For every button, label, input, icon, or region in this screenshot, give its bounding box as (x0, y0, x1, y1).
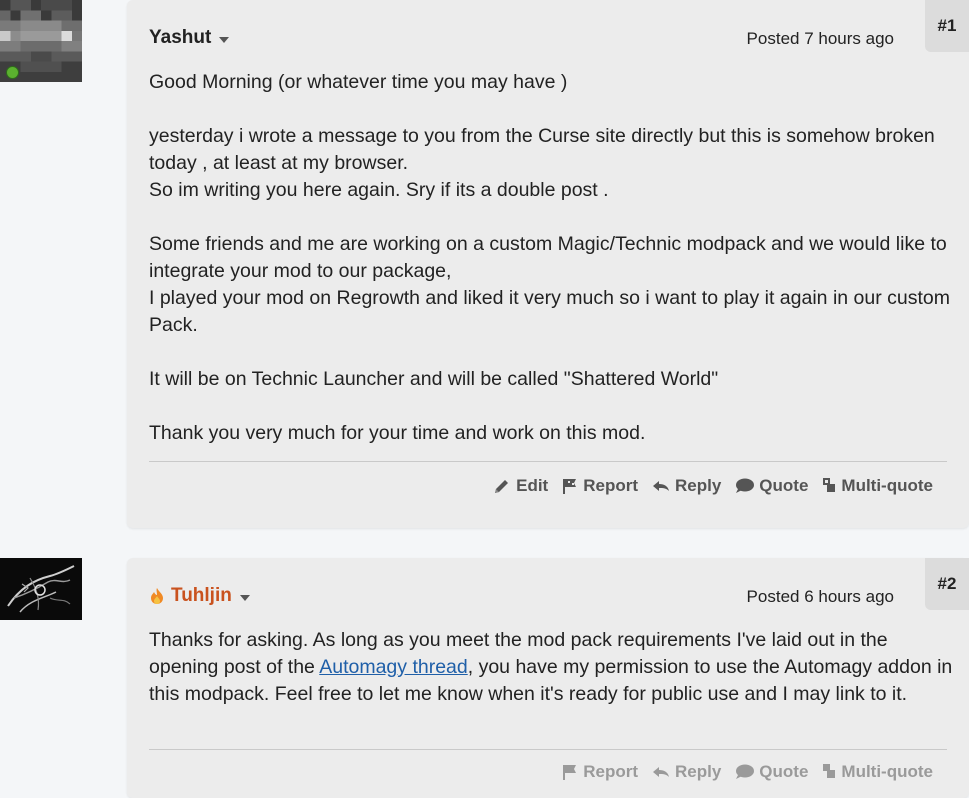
edit-label: Edit (516, 476, 549, 495)
reply-label: Reply (675, 476, 722, 495)
post-paragraph: Thanks for asking. As long as you meet t… (149, 627, 959, 708)
online-status-indicator (6, 66, 19, 79)
pencil-icon (495, 480, 509, 493)
automagy-thread-link[interactable]: Automagy thread (319, 656, 468, 678)
post-card: #1 Yashut Posted 7 hours ago Good Mornin… (127, 0, 969, 528)
speech-bubble-icon (736, 478, 755, 493)
edit-button[interactable]: Edit (493, 476, 548, 496)
post-number-link[interactable]: #2 (925, 558, 969, 610)
post-divider (149, 461, 947, 462)
post-timestamp: Posted 6 hours ago (746, 587, 894, 606)
post-body: Good Morning (or whatever time you may h… (149, 69, 959, 447)
post-number-link[interactable]: #1 (925, 0, 969, 52)
quote-button[interactable]: Quote (735, 762, 808, 782)
post-actions: Report Reply Quote Multi-quote (562, 762, 933, 782)
multi-quote-label: Multi-quote (841, 762, 933, 781)
avatar-yashut[interactable] (0, 0, 82, 82)
post-paragraph: yesterday i wrote a message to you from … (149, 125, 935, 201)
post-divider (149, 749, 947, 750)
reply-arrow-icon (653, 767, 669, 777)
flame-icon (151, 588, 163, 604)
report-label: Report (583, 476, 638, 495)
author-dropdown-icon[interactable] (239, 594, 250, 601)
avatar-tuhljin[interactable] (0, 558, 82, 620)
multi-quote-button[interactable]: Multi-quote (822, 762, 933, 782)
reply-arrow-icon (653, 481, 669, 491)
multi-quote-label: Multi-quote (841, 476, 933, 495)
report-button[interactable]: Report (562, 762, 638, 782)
author-dropdown-icon[interactable] (219, 36, 230, 43)
author-name[interactable]: Yashut (149, 27, 230, 49)
post-body: Thanks for asking. As long as you meet t… (149, 627, 959, 708)
post-paragraph: Some friends and me are working on a cus… (149, 233, 950, 336)
post-paragraph: Thank you very much for your time and wo… (149, 422, 646, 444)
quote-button[interactable]: Quote (735, 476, 808, 496)
author-name[interactable]: Tuhljin (149, 585, 250, 607)
post-actions: Edit Report Reply Quote Multi-quote (493, 476, 933, 496)
author-name-label: Yashut (149, 27, 212, 48)
author-name-label: Tuhljin (171, 585, 232, 606)
reply-label: Reply (675, 762, 722, 781)
report-label: Report (583, 762, 638, 781)
flag-icon (563, 479, 577, 494)
multi-quote-button[interactable]: Multi-quote (822, 476, 933, 496)
post-card: #2 Tuhljin Posted 6 hours ago Thanks for… (127, 558, 969, 798)
multi-quote-icon (823, 478, 836, 492)
post-paragraph: Good Morning (or whatever time you may h… (149, 71, 568, 93)
reply-button[interactable]: Reply (652, 476, 721, 496)
multi-quote-icon (823, 764, 836, 778)
post-paragraph: It will be on Technic Launcher and will … (149, 368, 719, 390)
quote-label: Quote (759, 476, 809, 495)
flag-icon (563, 765, 577, 780)
quote-label: Quote (759, 762, 809, 781)
reply-button[interactable]: Reply (652, 762, 721, 782)
post-timestamp: Posted 7 hours ago (746, 29, 894, 48)
report-button[interactable]: Report (562, 476, 638, 496)
